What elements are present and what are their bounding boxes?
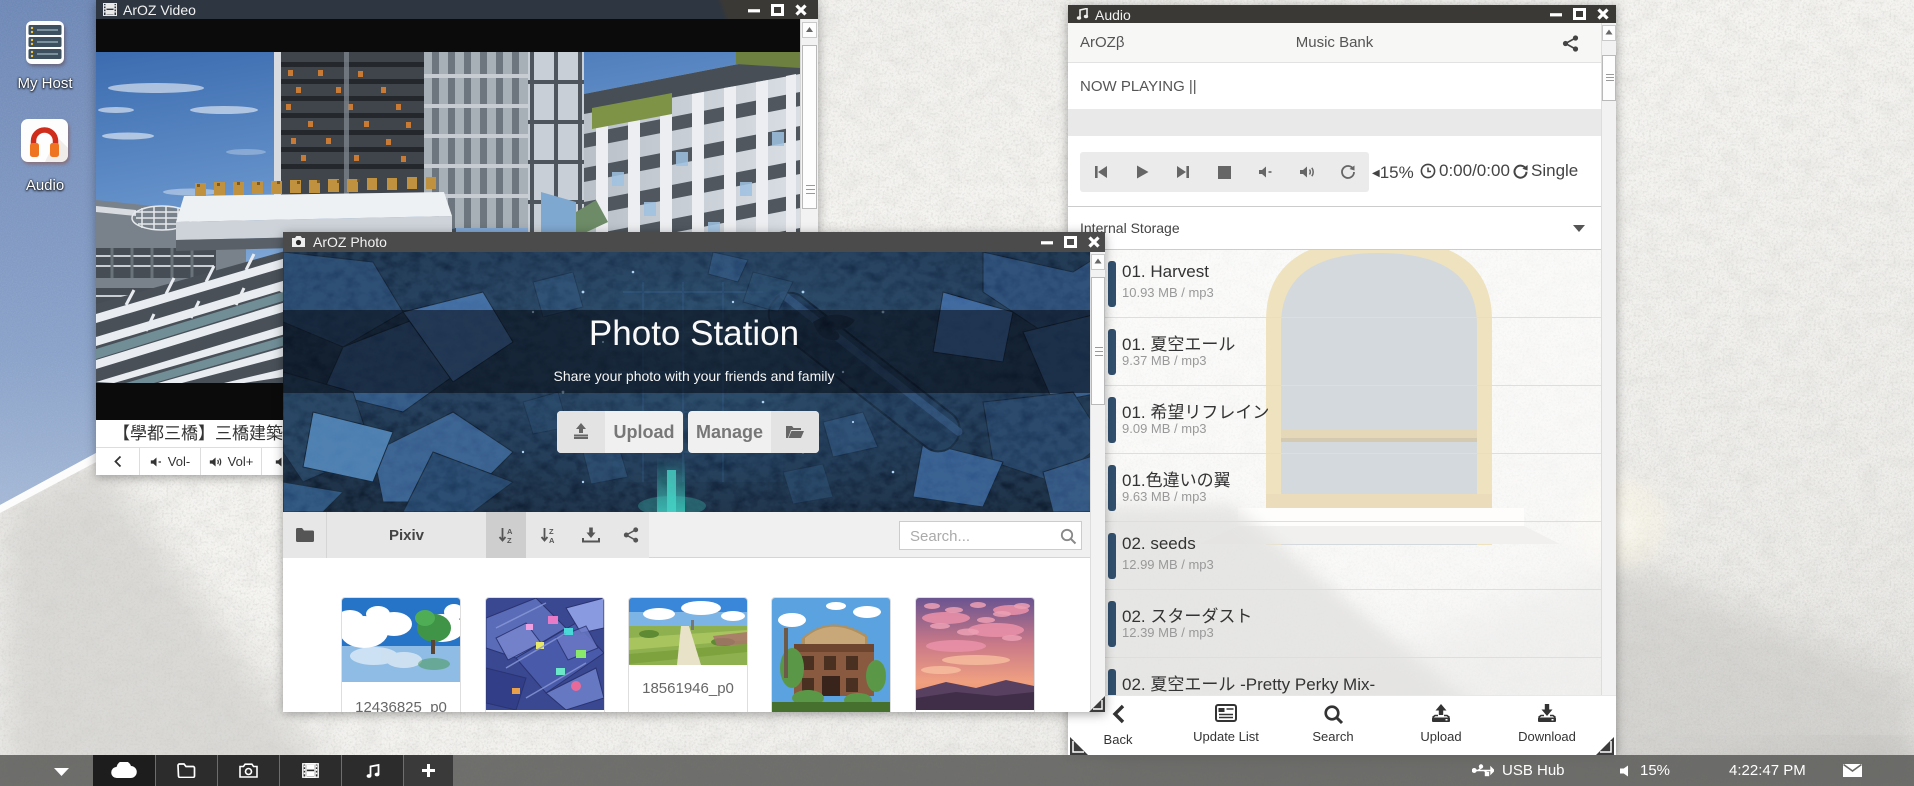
svg-text:Z: Z [549, 527, 554, 536]
svg-text:Z: Z [507, 536, 512, 544]
svg-text:A: A [507, 527, 513, 536]
svg-text:A: A [549, 536, 555, 544]
